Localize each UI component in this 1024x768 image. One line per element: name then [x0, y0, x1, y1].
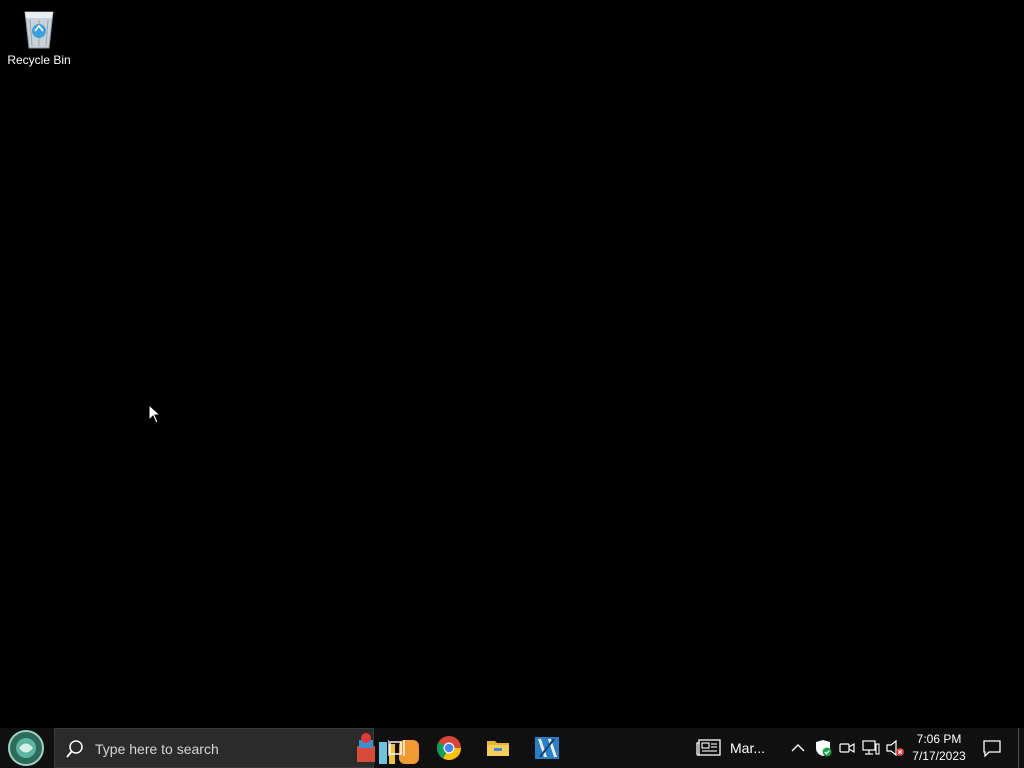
clock-date: 7/17/2023 [912, 749, 966, 763]
task-view-icon [388, 740, 405, 756]
start-orb-icon [8, 730, 44, 766]
folder-icon [487, 741, 509, 756]
show-desktop-button[interactable] [1018, 728, 1024, 768]
app-button[interactable] [523, 728, 571, 768]
task-view-button[interactable] [374, 728, 422, 768]
chevron-up-icon [791, 744, 805, 752]
search-box[interactable]: Type here to search [54, 728, 419, 768]
recycle-bin-icon [24, 11, 54, 49]
clock-time: 7:06 PM [916, 732, 962, 746]
action-center-button[interactable] [978, 728, 1006, 768]
recycle-bin-shortcut[interactable]: Recycle Bin [4, 6, 74, 76]
volume-tray-button[interactable] [884, 728, 906, 768]
recycle-bin-label: Recycle Bin [7, 53, 71, 67]
show-hidden-icons-button[interactable] [788, 728, 808, 768]
start-button[interactable] [0, 728, 52, 768]
news-label: Mar... [730, 740, 766, 756]
taskbar: Type here to search Mar... 7:06 PM 7/17/… [0, 728, 1024, 768]
volume-muted-icon [886, 739, 904, 757]
chrome-icon [436, 736, 461, 761]
notification-icon [983, 740, 1001, 757]
news-icon [696, 739, 721, 756]
network-tray-button[interactable] [860, 728, 882, 768]
meet-now-icon [839, 742, 855, 754]
mouse-pointer-icon [148, 404, 162, 424]
chrome-button[interactable] [425, 728, 473, 768]
app-icon [535, 737, 559, 759]
news-widget[interactable]: Mar... [696, 728, 780, 768]
network-icon [862, 740, 880, 755]
search-placeholder: Type here to search [95, 741, 219, 757]
taskbar-clock[interactable]: 7:06 PM 7/17/2023 [906, 728, 972, 768]
defender-shield-icon [816, 740, 832, 757]
search-icon [66, 740, 83, 758]
defender-tray-button[interactable] [812, 728, 834, 768]
meet-now-tray-button[interactable] [836, 728, 858, 768]
desktop[interactable]: Recycle Bin [0, 0, 1024, 728]
file-explorer-button[interactable] [474, 728, 522, 768]
